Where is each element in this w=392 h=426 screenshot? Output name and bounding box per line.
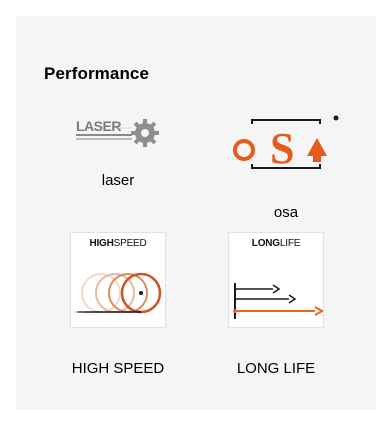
laser-gear-icon: LASER [76, 118, 159, 147]
feature-label-osa: osa [273, 204, 299, 221]
feature-tile-laser[interactable]: LASER laser [60, 112, 176, 192]
feature-label-high-speed: HIGH SPEED [71, 360, 165, 377]
osa-logo-icon: S [233, 115, 339, 173]
section-title: Performance [44, 64, 150, 83]
long-life-badge: LONGLIFE [228, 232, 324, 328]
long-life-arrows-icon [233, 283, 323, 319]
feature-tile-long-life[interactable]: LONGLIFE LONG LIFE [228, 232, 338, 392]
feature-label-laser: laser [101, 172, 135, 189]
feature-tile-high-speed[interactable]: HIGHSPEED HIGH SPEED [70, 232, 190, 392]
svg-text:LASER: LASER [76, 118, 121, 134]
long-life-badge-label: LONGLIFE [251, 238, 301, 249]
high-speed-rings-icon [75, 272, 162, 314]
feature-tile-osa[interactable]: S osa [226, 112, 346, 224]
svg-text:S: S [270, 124, 294, 173]
feature-label-long-life: LONG LIFE [236, 360, 316, 377]
high-speed-badge: HIGHSPEED [70, 232, 166, 328]
high-speed-badge-label: HIGHSPEED [89, 238, 147, 249]
